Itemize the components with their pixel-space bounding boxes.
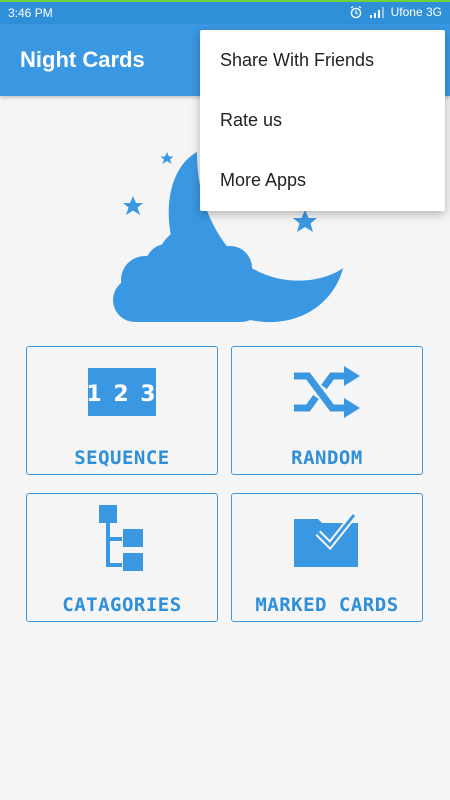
marked-cards-label: MARKED CARDS	[255, 594, 399, 616]
random-tile[interactable]: RANDOM	[231, 346, 423, 475]
categories-tile[interactable]: CATAGORIES	[26, 493, 218, 622]
marked-cards-tile[interactable]: MARKED CARDS	[231, 493, 423, 622]
menu-item-share[interactable]: Share With Friends	[200, 30, 445, 90]
numbers-icon-text: 1 2 3	[88, 382, 156, 407]
menu-item-rate[interactable]: Rate us	[200, 90, 445, 150]
categories-label: CATAGORIES	[62, 594, 182, 616]
random-label: RANDOM	[291, 447, 363, 469]
folder-check-icon	[232, 508, 422, 570]
overflow-menu: Share With Friends Rate us More Apps	[200, 30, 445, 211]
cloud-icon	[113, 228, 263, 322]
numbers-123-icon: 1 2 3	[27, 361, 217, 423]
sequence-tile[interactable]: 1 2 3 SEQUENCE	[26, 346, 218, 475]
sequence-label: SEQUENCE	[74, 447, 170, 469]
carrier-label: Ufone 3G	[390, 5, 442, 19]
status-bar: 3:46 PM Ufone 3G	[0, 0, 450, 24]
alarm-icon	[349, 5, 363, 19]
menu-item-more-apps[interactable]: More Apps	[200, 150, 445, 210]
status-time: 3:46 PM	[8, 6, 53, 20]
status-accent-line	[0, 0, 450, 2]
status-right: Ufone 3G	[349, 5, 442, 19]
app-title: Night Cards	[20, 47, 145, 72]
signal-icon	[369, 6, 385, 18]
tree-hierarchy-icon	[27, 505, 217, 571]
shuffle-icon	[232, 361, 422, 423]
